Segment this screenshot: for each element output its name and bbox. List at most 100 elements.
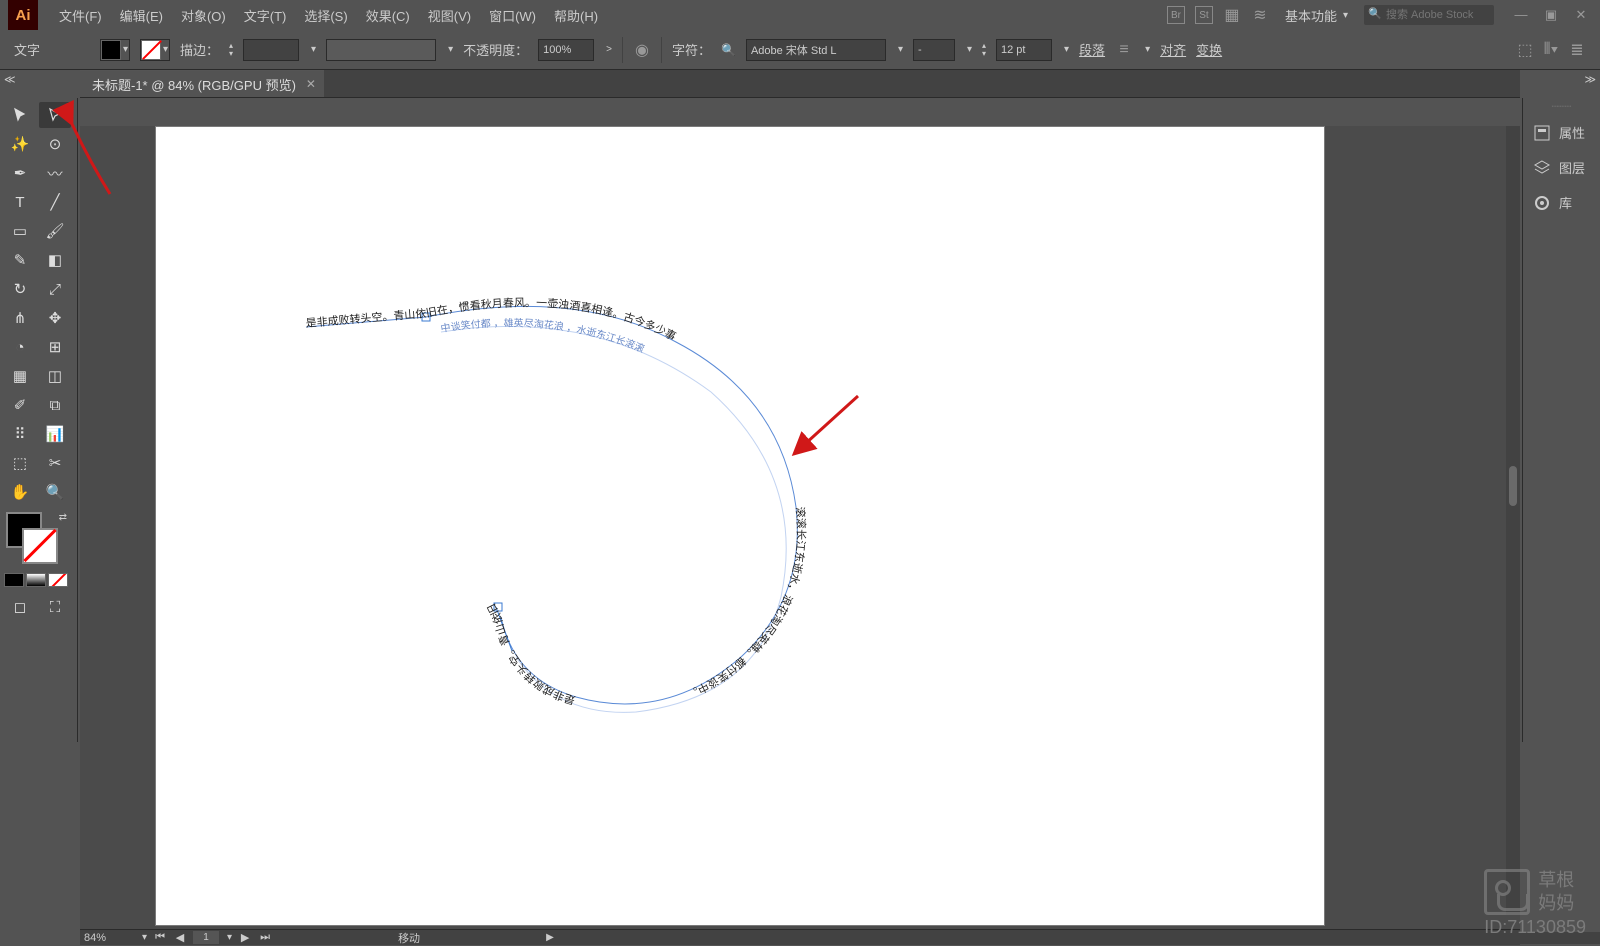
shaper-tool[interactable]: ✎ <box>4 247 36 273</box>
line-tool[interactable]: ╱ <box>39 189 71 215</box>
font-style-input[interactable] <box>913 39 955 61</box>
paintbrush-tool[interactable]: 🖌 <box>39 218 71 244</box>
para-dd[interactable]: ▾ <box>1145 44 1150 55</box>
menu-type[interactable]: 文字(T) <box>235 6 296 25</box>
free-transform-tool[interactable]: ✥ <box>39 305 71 331</box>
eraser-tool[interactable]: ◧ <box>39 247 71 273</box>
bridge-icon[interactable]: Br <box>1167 6 1185 24</box>
panel-libraries[interactable]: 库 <box>1523 185 1600 220</box>
symbol-sprayer-tool[interactable]: ⠿ <box>4 421 36 447</box>
magic-wand-tool[interactable]: ✨ <box>4 131 36 157</box>
menu-file[interactable]: 文件(F) <box>50 6 111 25</box>
list-icon[interactable]: ≣ <box>1568 41 1586 59</box>
color-picker[interactable]: ⇄ <box>6 512 73 568</box>
hand-tool[interactable]: ✋ <box>4 479 36 505</box>
background-color[interactable] <box>22 528 58 564</box>
direct-selection-tool[interactable] <box>39 102 71 128</box>
minimize-button[interactable]: — <box>1512 7 1530 23</box>
close-tab-icon[interactable]: ✕ <box>306 77 316 91</box>
maximize-button[interactable]: ▣ <box>1542 7 1560 23</box>
style-dd[interactable]: ▾ <box>967 44 972 55</box>
search-input[interactable] <box>1364 5 1494 25</box>
artboard-number-input[interactable] <box>193 931 219 944</box>
stroke-profile-input[interactable] <box>326 39 436 61</box>
opacity-dd[interactable]: > <box>606 44 612 55</box>
perspective-tool[interactable]: ⊞ <box>39 334 71 360</box>
stroke-profile-dd[interactable]: ▾ <box>448 44 453 55</box>
vertical-scrollbar[interactable] <box>1506 126 1520 915</box>
curvature-tool[interactable]: 〰 <box>39 160 71 186</box>
color-mode-solid[interactable] <box>4 573 24 587</box>
artboard-tool[interactable]: ⬚ <box>4 450 36 476</box>
font-size-input[interactable] <box>996 39 1052 61</box>
swap-colors-icon[interactable]: ⇄ <box>59 512 67 523</box>
screen-mode-icon[interactable]: ⛶ <box>39 594 71 620</box>
transform-link[interactable]: 变换 <box>1196 40 1222 59</box>
page-dd[interactable]: ▾ <box>227 932 232 943</box>
menu-window[interactable]: 窗口(W) <box>480 6 545 25</box>
shapebuilder-tool[interactable]: ◔ <box>4 334 36 360</box>
pen-tool[interactable]: ✒ <box>4 160 36 186</box>
panel-properties[interactable]: 属性 <box>1523 115 1600 150</box>
menu-object[interactable]: 对象(O) <box>172 6 235 25</box>
nav-next[interactable]: ▶ <box>238 931 252 944</box>
stroke-swatch[interactable]: ▾ <box>140 39 170 61</box>
para-align-icon[interactable]: ≡ <box>1115 41 1133 59</box>
artboard[interactable]: 是非成败转头空。青山依旧在，惯看秋月春风。一壶浊酒喜相逢。古今多少事 滚滚长江东… <box>155 126 1325 926</box>
type-tool[interactable]: T <box>4 189 36 215</box>
recolor-icon[interactable]: ◉ <box>633 41 651 59</box>
arrange-icon[interactable]: ▦ <box>1223 6 1241 24</box>
draw-mode-icon[interactable]: ◻ <box>4 594 36 620</box>
slice-tool[interactable]: ✂ <box>39 450 71 476</box>
zoom-input[interactable] <box>84 932 134 944</box>
lasso-tool[interactable]: ⊙ <box>39 131 71 157</box>
canvas-area[interactable]: 是非成败转头空。青山依旧在，惯看秋月春风。一壶浊酒喜相逢。古今多少事 滚滚长江东… <box>80 126 1520 929</box>
align-to-icon[interactable]: ⫴▾ <box>1542 41 1560 59</box>
expand-left-icon[interactable]: ≪ <box>4 74 16 86</box>
isolate-icon[interactable]: ⬚ <box>1516 41 1534 59</box>
workspace-switcher[interactable]: 基本功能 ▾ <box>1279 4 1354 27</box>
horizontal-scrollbar[interactable] <box>888 932 1600 944</box>
menu-view[interactable]: 视图(V) <box>419 6 480 25</box>
zoom-tool[interactable]: 🔍 <box>39 479 71 505</box>
rectangle-tool[interactable]: ▭ <box>4 218 36 244</box>
status-dd[interactable]: ▶ <box>546 932 554 943</box>
document-tab[interactable]: 未标题-1* @ 84% (RGB/GPU 预览) ✕ <box>80 70 324 97</box>
align-link[interactable]: 对齐 <box>1160 40 1186 59</box>
graph-tool[interactable]: 📊 <box>39 421 71 447</box>
menu-effect[interactable]: 效果(C) <box>357 6 419 25</box>
gpu-icon[interactable]: ≋ <box>1251 6 1269 24</box>
opacity-input[interactable] <box>538 39 594 61</box>
menu-select[interactable]: 选择(S) <box>295 6 356 25</box>
nav-first[interactable]: ⏮ <box>153 931 167 944</box>
menu-help[interactable]: 帮助(H) <box>545 6 607 25</box>
expand-right-icon[interactable]: ≫ <box>1584 74 1596 86</box>
zoom-dd[interactable]: ▾ <box>142 932 147 943</box>
font-search-icon[interactable]: 🔍 <box>721 43 736 57</box>
fill-swatch[interactable]: ▾ <box>100 39 130 61</box>
eyedropper-tool[interactable]: ✐ <box>4 392 36 418</box>
color-mode-gradient[interactable] <box>26 573 46 587</box>
selection-tool[interactable] <box>4 102 36 128</box>
font-dd[interactable]: ▾ <box>898 44 903 55</box>
rotate-tool[interactable]: ↻ <box>4 276 36 302</box>
stroke-weight-input[interactable] <box>243 39 299 61</box>
font-family-input[interactable] <box>746 39 886 61</box>
close-button[interactable]: ✕ <box>1572 7 1590 23</box>
stroke-stepper[interactable]: ▴▾ <box>229 42 233 58</box>
panel-layers[interactable]: 图层 <box>1523 150 1600 185</box>
size-stepper[interactable]: ▴▾ <box>982 42 986 58</box>
nav-last[interactable]: ⏭ <box>258 931 272 944</box>
gradient-tool[interactable]: ◫ <box>39 363 71 389</box>
color-mode-none[interactable] <box>48 573 68 587</box>
menu-edit[interactable]: 编辑(E) <box>111 6 172 25</box>
nav-prev[interactable]: ◀ <box>173 931 187 944</box>
paragraph-link[interactable]: 段落 <box>1079 40 1105 59</box>
scale-tool[interactable]: ⤢ <box>39 276 71 302</box>
blend-tool[interactable]: ⧉ <box>39 392 71 418</box>
width-tool[interactable]: ⋔ <box>4 305 36 331</box>
stock-icon[interactable]: St <box>1195 6 1213 24</box>
stroke-dd[interactable]: ▾ <box>311 44 316 55</box>
size-dd[interactable]: ▾ <box>1064 44 1069 55</box>
mesh-tool[interactable]: ▦ <box>4 363 36 389</box>
